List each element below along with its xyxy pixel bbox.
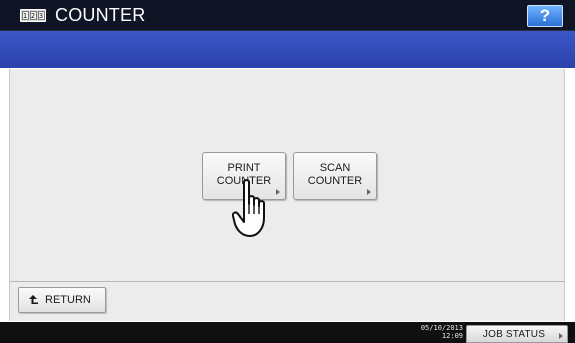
return-button[interactable]: RETURN xyxy=(18,287,106,313)
return-label: RETURN xyxy=(45,294,91,306)
chevron-right-icon xyxy=(367,189,371,195)
scan-counter-button[interactable]: SCAN COUNTER xyxy=(293,152,377,200)
hand-pointer-icon xyxy=(232,179,265,237)
title-bar: 1 2 3 COUNTER ? xyxy=(0,0,575,31)
chevron-right-icon xyxy=(559,333,563,339)
scan-counter-label: SCAN COUNTER xyxy=(307,162,363,187)
counter-screen: 1 2 3 COUNTER ? PRINT COUNTER SCAN COUNT… xyxy=(0,0,575,343)
status-bar: 05/10/2013 12:09 JOB STATUS xyxy=(0,322,575,343)
title-icon-digit: 1 xyxy=(21,11,29,20)
help-button[interactable]: ? xyxy=(527,5,563,27)
title-icon-digit: 3 xyxy=(37,11,45,20)
title-icon-digit: 2 xyxy=(29,11,37,20)
datetime-display: 05/10/2013 12:09 xyxy=(405,324,463,340)
date-text: 05/10/2013 xyxy=(420,324,463,332)
job-status-button[interactable]: JOB STATUS xyxy=(466,325,568,343)
main-panel xyxy=(9,69,565,321)
job-status-label: JOB STATUS xyxy=(482,329,546,340)
time-text: 12:09 xyxy=(441,332,463,340)
return-arrow-icon xyxy=(29,295,38,304)
counter-123-icon: 1 2 3 xyxy=(20,9,46,22)
page-title: COUNTER xyxy=(55,5,146,25)
divider xyxy=(10,281,564,282)
header-band xyxy=(0,31,575,68)
